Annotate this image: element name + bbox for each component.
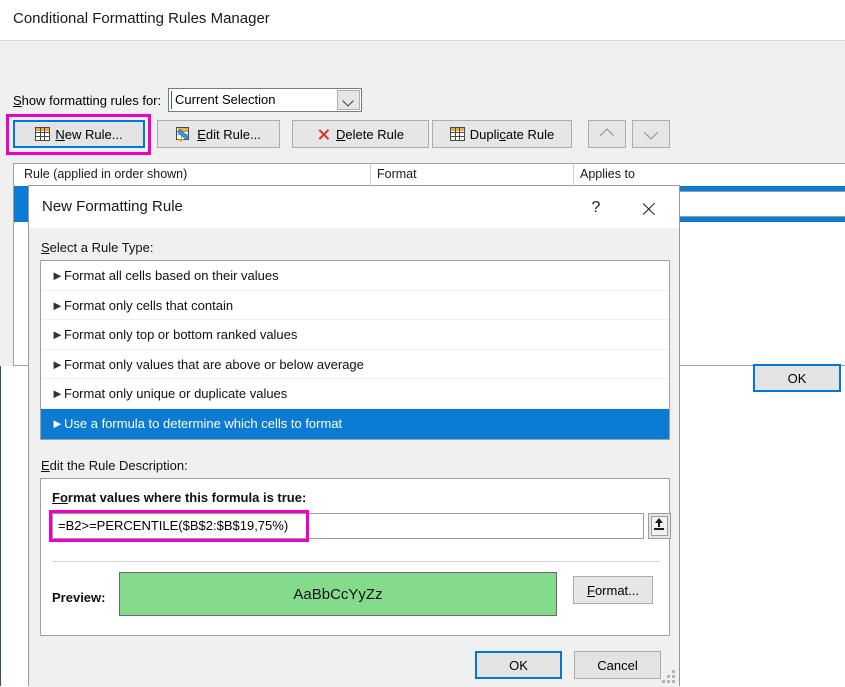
rule-type-item-5[interactable]: ►Use a formula to determine which cells …: [41, 409, 669, 439]
nfr-ok-button[interactable]: OK: [475, 651, 562, 679]
column-divider: [573, 164, 574, 186]
rule-type-item-5-label: Use a formula to determine which cells t…: [64, 416, 342, 431]
section-divider: [52, 561, 661, 562]
formula-input-value: =B2>=PERCENTILE($B$2:$B$19,75%): [58, 518, 288, 533]
nfr-content: Select a Rule Type: ►Format all cells ba…: [29, 228, 679, 687]
table-grid-icon: [35, 127, 50, 141]
new-formatting-rule-dialog: New Formatting Rule ? Select a Rule Type…: [28, 185, 680, 686]
close-icon[interactable]: [631, 195, 667, 221]
chevron-down-icon[interactable]: [337, 90, 360, 110]
edit-rule-description-label-rest: dit the Rule Description:: [50, 458, 188, 473]
table-grid-pencil-icon: [176, 127, 192, 141]
delete-rule-button[interactable]: Delete Rule: [292, 120, 429, 148]
nfr-title-bar: New Formatting Rule ?: [29, 186, 679, 228]
bullet-icon: ►: [51, 350, 64, 380]
up-arrow-stem: [658, 523, 661, 527]
bullet-icon: ►: [51, 409, 64, 439]
duplicate-rule-button-label: Duplicate Rule: [470, 127, 555, 142]
duplicate-rule-button[interactable]: Duplicate Rule: [432, 120, 572, 148]
edit-rule-button[interactable]: Edit Rule...: [157, 120, 280, 148]
rule-description-group: Format values where this formula is true…: [40, 478, 670, 636]
bullet-icon: ►: [51, 291, 64, 321]
new-rule-button-label: New Rule...: [55, 127, 122, 142]
rule-type-item-0[interactable]: ►Format all cells based on their values: [41, 261, 669, 291]
select-rule-type-label-rest: elect a Rule Type:: [50, 240, 154, 255]
bullet-icon: ►: [51, 320, 64, 350]
format-button-label: Format...: [587, 583, 639, 598]
help-icon[interactable]: ?: [581, 195, 611, 221]
column-header-rule: Rule (applied in order shown): [24, 167, 187, 181]
nfr-dialog-title: New Formatting Rule: [42, 198, 183, 215]
chevron-up-icon: [600, 128, 614, 142]
cfrm-dialog-title: Conditional Formatting Rules Manager: [13, 10, 270, 27]
rule-type-item-3[interactable]: ►Format only values that are above or be…: [41, 350, 669, 380]
nfr-cancel-button[interactable]: Cancel: [574, 651, 661, 679]
cfrm-toolbar: New Rule... Edit Rule... Delete Rule Dup…: [0, 120, 845, 157]
rule-type-item-4-label: Format only unique or duplicate values: [64, 386, 287, 401]
cfrm-ok-button[interactable]: OK: [753, 364, 841, 392]
red-x-icon: [317, 127, 331, 141]
delete-rule-button-label: Delete Rule: [336, 127, 404, 142]
rule-type-item-4[interactable]: ►Format only unique or duplicate values: [41, 379, 669, 409]
edit-rule-description-label: Edit the Rule Description:: [41, 458, 188, 473]
rule-type-item-2-label: Format only top or bottom ranked values: [64, 327, 297, 342]
scope-combobox-value: Current Selection: [175, 92, 275, 107]
rule-type-item-1-label: Format only cells that contain: [64, 298, 233, 313]
rule-type-item-1[interactable]: ►Format only cells that contain: [41, 291, 669, 321]
format-button[interactable]: Format...: [573, 576, 653, 604]
select-rule-type-accesskey: S: [41, 240, 50, 255]
scope-combobox[interactable]: Current Selection: [168, 88, 362, 112]
text-caret: [171, 91, 172, 109]
rule-type-item-0-label: Format all cells based on their values: [64, 268, 279, 283]
show-rules-for-label: Show formatting rules for:: [13, 93, 161, 108]
formula-heading-accesskey: Fo: [52, 490, 68, 505]
resize-grip-icon[interactable]: [662, 670, 675, 683]
chevron-down-icon: [644, 126, 658, 140]
move-rule-down-button[interactable]: [632, 120, 670, 148]
new-rule-button[interactable]: New Rule...: [13, 120, 145, 148]
show-rules-for-accesskey: S: [13, 93, 22, 108]
rules-table-header: Rule (applied in order shown) Format App…: [14, 164, 845, 187]
preview-swatch: AaBbCcYyZz: [119, 572, 557, 616]
edit-rule-button-label: Edit Rule...: [197, 127, 261, 142]
formula-heading: Format values where this formula is true…: [52, 490, 306, 505]
formula-input[interactable]: =B2>=PERCENTILE($B$2:$B$19,75%): [52, 513, 644, 539]
collapse-dialog-up-arrow-icon[interactable]: [648, 513, 671, 539]
bullet-icon: ►: [51, 261, 64, 291]
rule-type-item-3-label: Format only values that are above or bel…: [64, 357, 364, 372]
select-rule-type-label: Select a Rule Type:: [41, 240, 154, 255]
show-rules-for-label-rest: how formatting rules for:: [22, 93, 161, 108]
cfrm-title-bar: Conditional Formatting Rules Manager: [0, 0, 845, 40]
formula-heading-rest: rmat values where this formula is true:: [68, 490, 306, 505]
rule-type-listbox[interactable]: ►Format all cells based on their values …: [40, 260, 670, 440]
preview-label: Preview:: [52, 590, 105, 605]
column-header-applies-to: Applies to: [580, 167, 635, 181]
edit-rule-description-accesskey: E: [41, 458, 50, 473]
table-grid-icon: [450, 127, 465, 141]
column-divider: [370, 164, 371, 186]
rule-type-item-2[interactable]: ►Format only top or bottom ranked values: [41, 320, 669, 350]
column-header-format: Format: [377, 167, 417, 181]
up-arrow-base: [654, 528, 664, 530]
bullet-icon: ►: [51, 379, 64, 409]
move-rule-up-button[interactable]: [588, 120, 626, 148]
